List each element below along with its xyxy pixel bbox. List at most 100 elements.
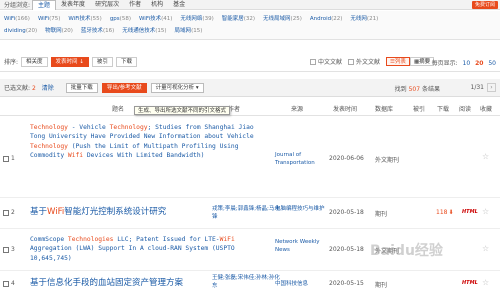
facet-keyword[interactable]: 物联网(20) — [45, 25, 73, 37]
per-page-50[interactable]: 50 — [488, 60, 496, 67]
facet-keyword-label: WiFi技术 — [138, 16, 162, 22]
batch-download-button[interactable]: 批量下载 — [65, 82, 98, 93]
row-number: 4 — [3, 280, 15, 287]
sort-date-button[interactable]: 发表时间 ↓ — [50, 56, 89, 67]
result-source[interactable]: 中国科技信息 — [275, 280, 327, 288]
group-tab-research-level[interactable]: 研究层次 — [90, 0, 124, 10]
watermark: Baidu经验 — [370, 243, 443, 259]
html-read-icon[interactable]: HTML — [462, 280, 478, 286]
facet-count: (55) — [90, 16, 102, 22]
result-db: 外文期刊 — [375, 157, 400, 164]
result-title-link[interactable]: Technology - Vehicle Technology; Studies… — [30, 123, 268, 161]
html-read-icon[interactable]: HTML — [462, 209, 478, 215]
checkbox-icon[interactable] — [3, 280, 9, 287]
group-browse-bar: 分组浏览: 主题 发表年度 研究层次 作者 机构 基金 免费订阅 — [0, 0, 500, 10]
result-title-link[interactable]: CommScope Technologies LLC; Patent Issue… — [30, 235, 268, 263]
clear-selection-link[interactable]: 清除 — [42, 83, 54, 92]
checkbox-icon[interactable] — [3, 246, 9, 253]
title-keyword-highlight: Technologies — [67, 236, 114, 243]
star-icon[interactable]: ☆ — [482, 207, 489, 216]
sort-date-label: 发表时间 — [55, 58, 78, 65]
download-number: 118 — [436, 209, 448, 216]
col-cited: 被引 — [413, 106, 426, 113]
view-list-button[interactable]: ☰列表 — [385, 57, 410, 66]
facet-count: (75) — [49, 16, 61, 22]
title-text: Devices With Limited Bandwidth) — [83, 152, 205, 160]
facet-keyword[interactable]: Android(22) — [310, 13, 343, 25]
facet-count: (20) — [25, 28, 38, 34]
facet-keyword[interactable]: 无线通信技术(15) — [122, 25, 166, 37]
selected-label: 已选文献: — [4, 85, 31, 92]
facet-count: (16) — [102, 28, 115, 34]
export-references-button[interactable]: 导出/参考文献 — [101, 82, 147, 93]
facet-keyword[interactable]: WiFi(75) — [38, 13, 60, 25]
sort-downloads-button[interactable]: 下载 — [115, 56, 137, 67]
chinese-docs-filter[interactable]: 中文文献 — [309, 57, 342, 66]
facet-keyword[interactable]: 无线网(21) — [350, 13, 378, 25]
facet-keyword[interactable]: WiFi技术(55) — [68, 13, 101, 25]
result-authors[interactable]: 王健;张磊;宋伟佳;孙林;孙化东 — [212, 274, 282, 290]
group-tab-topic[interactable]: 主题 — [32, 0, 57, 10]
sort-cited-button[interactable]: 被引 — [91, 56, 113, 67]
col-source: 来源 — [291, 106, 304, 113]
col-read: 阅读 — [459, 106, 472, 113]
sort-label: 排序: — [4, 59, 19, 66]
result-title-link[interactable]: 基于信息化手段的血站固定资产管理方案 — [30, 278, 183, 289]
page-indicator: 1/31 — [470, 84, 484, 91]
facet-keyword[interactable]: WiFi(166) — [4, 13, 30, 25]
result-db: 期刊 — [375, 282, 388, 289]
facet-keyword-label: 无线局域网 — [263, 16, 291, 22]
sort-relevance-button[interactable]: 相关度 — [21, 56, 48, 67]
group-tab-fund[interactable]: 基金 — [168, 0, 190, 10]
facet-keyword[interactable]: WiFi技术(41) — [139, 13, 172, 25]
title-text: - Vehicle — [67, 124, 110, 131]
download-count[interactable]: 118 ⬇ — [436, 209, 453, 216]
facet-keyword[interactable]: 蓝牙技术(16) — [81, 25, 114, 37]
facet-count: (20) — [61, 28, 73, 34]
facet-keyword[interactable]: dividing(20) — [4, 25, 37, 37]
group-tab-author[interactable]: 作者 — [124, 0, 146, 10]
facet-count: (15) — [191, 28, 203, 34]
checkbox-icon[interactable] — [3, 209, 9, 216]
per-page-10[interactable]: 10 — [463, 60, 471, 67]
result-date: 2020-05-18 — [329, 209, 364, 216]
found-suffix: 条结果 — [421, 86, 440, 93]
facet-keyword[interactable]: 无线网络(39) — [180, 13, 213, 25]
result-source[interactable]: 电脑编程技巧与维护 — [275, 205, 327, 213]
result-source[interactable]: Network Weekly News — [275, 238, 327, 254]
star-icon[interactable]: ☆ — [482, 244, 489, 253]
result-authors[interactable]: 戎策;李晨;郭鑫锋;杨晶;马永锋 — [212, 205, 282, 221]
result-source[interactable]: Journal of Transportation — [275, 151, 327, 167]
row-index: 2 — [11, 209, 15, 216]
foreign-docs-label: 外文文献 — [355, 59, 380, 66]
table-row: 4 基于信息化手段的血站固定资产管理方案 王健;张磊;宋伟佳;孙林;孙化东 中国… — [0, 272, 500, 292]
visual-analysis-dropdown[interactable]: 计量可视化分析 ▾ — [150, 82, 204, 93]
star-icon[interactable]: ☆ — [482, 278, 489, 287]
title-keyword-highlight: WiFi — [47, 207, 65, 217]
facet-keyword[interactable]: 局域网(15) — [175, 25, 203, 37]
title-text: 基于信息化手段的血站固定资产管理方案 — [30, 278, 184, 288]
checkbox-icon[interactable] — [3, 155, 9, 162]
facet-keyword-label: gps — [109, 16, 120, 22]
facet-keyword[interactable]: gps(58) — [110, 13, 131, 25]
per-page-label: 每页显示: — [431, 60, 458, 67]
found-number: 507 — [408, 86, 421, 93]
view-abstract-button[interactable]: ▦摘要 — [409, 57, 435, 66]
title-keyword-highlight: Technology — [109, 124, 148, 131]
view-toggle: ☰列表 ▦摘要 — [385, 57, 435, 66]
group-tab-institution[interactable]: 机构 — [146, 0, 168, 10]
result-title-link[interactable]: 基于WiFi智能灯光控制系统设计研究 — [30, 207, 166, 218]
star-icon[interactable]: ☆ — [482, 152, 489, 161]
per-page-20[interactable]: 20 — [475, 60, 483, 67]
title-keyword-highlight: Wifi — [67, 152, 84, 160]
foreign-docs-filter[interactable]: 外文文献 — [347, 57, 380, 66]
free-subscribe-button[interactable]: 免费订阅 — [471, 1, 498, 9]
group-tab-year[interactable]: 发表年度 — [56, 0, 90, 10]
facet-count: (21) — [366, 16, 379, 22]
facet-keyword-label: 蓝牙技术 — [80, 28, 103, 34]
row-number: 1 — [3, 155, 15, 162]
facet-keyword[interactable]: 智能家居(32) — [222, 13, 255, 25]
facet-keyword-label: WiFi技术 — [68, 16, 91, 22]
facet-keyword[interactable]: 无线局域网(25) — [263, 13, 302, 25]
next-page-button[interactable]: › — [487, 83, 496, 92]
